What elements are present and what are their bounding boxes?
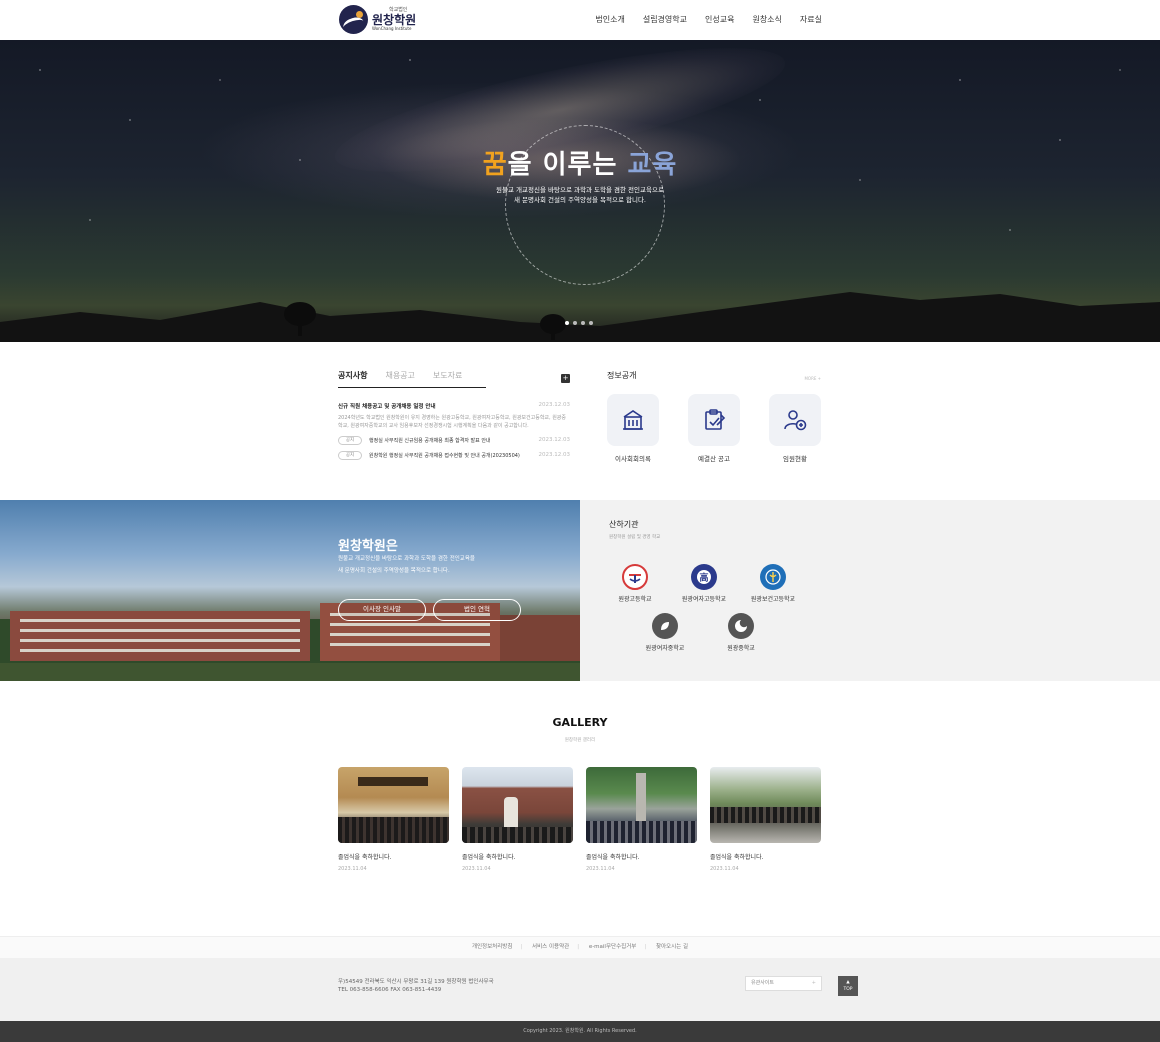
email-refusal-link[interactable]: e-mail무단수집거부 — [589, 944, 637, 950]
footer-links: 개인정보처리방침 | 서비스 이용약관 | e-mail무단수집거부 | 찾아오시는 … — [0, 936, 1160, 958]
info-title: 정보공개 — [607, 371, 637, 380]
site-header: 학교법인 원창학원 WonChang Institute 법인소개 설립경영학교… — [0, 0, 1160, 40]
info-disclosure: 정보공개 MORE + 이사회회의록 예결산 공고 임원현황 — [607, 370, 821, 463]
hero-banner: 꿈을 이루는 교육 원불교 개교정신을 바탕으로 과학과 도학을 겸한 전인교육… — [0, 40, 1160, 342]
gallery-item[interactable]: 졸업식을 축하합니다. 2023.11.04 — [462, 767, 573, 872]
notice-title[interactable]: 원창학원 행정실 사무직원 공개채용 접수현황 및 안내 공개(20230504… — [369, 452, 520, 459]
nav-item-character[interactable]: 인성교육 — [705, 14, 734, 25]
slider-dot[interactable] — [573, 321, 577, 325]
school-middle[interactable]: 원광중학교 — [706, 613, 776, 652]
logo-emblem-icon — [339, 5, 368, 34]
nav-item-news[interactable]: 원창소식 — [752, 14, 781, 25]
copyright: Copyright 2023. 원창학원. All Rights Reserve… — [0, 1021, 1160, 1042]
about-title: 원창학원은 — [338, 539, 398, 554]
info-more-link[interactable]: MORE + — [804, 376, 821, 381]
hero-description: 원불교 개교정신을 바탕으로 과학과 도학을 겸한 전인교육으로 새 문명사회 … — [496, 186, 664, 204]
mountain-silhouette — [0, 292, 1160, 342]
gallery-caption[interactable]: 졸업식을 축하합니다. — [710, 852, 821, 861]
school-emblem-icon: 高 — [691, 564, 717, 590]
gallery-item[interactable]: 졸업식을 축하합니다. 2023.11.04 — [710, 767, 821, 872]
gallery-caption[interactable]: 졸업식을 축하합니다. — [586, 852, 697, 861]
svg-text:高: 高 — [699, 572, 708, 584]
notice-featured[interactable]: 신규 직원 채용공고 및 공개채용 일정 안내 2023.12.03 2024학… — [338, 402, 570, 430]
clipboard-icon — [705, 409, 726, 430]
notice-tabs: 공지사항 채용공고 보도자료 — [338, 370, 486, 388]
list-item[interactable]: 공지 행정실 사무직원 신규임용 공개채용 최종 합격자 발표 안내 2023.… — [338, 436, 570, 445]
notice-featured-summary: 2024학년도 학교법인 원창학원이 유지 경영하는 원광고등학교, 원광여자고… — [338, 415, 567, 429]
school-health-high[interactable]: 원광보건고등학교 — [738, 564, 808, 603]
tab-recruit[interactable]: 채용공고 — [385, 370, 414, 381]
notice-featured-title[interactable]: 신규 직원 채용공고 및 공개채용 일정 안내 — [338, 402, 570, 410]
info-board-minutes[interactable]: 이사회회의록 — [607, 394, 659, 463]
history-button[interactable]: 법인 연혁 — [433, 599, 521, 621]
notice-title[interactable]: 행정실 사무직원 신규임용 공개채용 최종 합격자 발표 안내 — [369, 437, 491, 444]
scroll-top-button[interactable]: ▲ TOP — [838, 976, 858, 996]
gallery-subtitle: 원창학원 갤러리 — [564, 738, 596, 743]
logo-title: 원창학원 — [372, 13, 417, 27]
nav-item-archive[interactable]: 자료실 — [800, 14, 822, 25]
user-add-icon — [784, 410, 807, 431]
tab-notice[interactable]: 공지사항 — [338, 370, 367, 381]
gallery-item[interactable]: 졸업식을 축하합니다. 2023.11.04 — [586, 767, 697, 872]
hero-title: 꿈을 이루는 교육 — [482, 150, 678, 180]
gallery-photo[interactable] — [586, 767, 697, 843]
school-emblem-icon — [652, 613, 678, 639]
about-section: 원창학원은 원불교 개교정신을 바탕으로 과학과 도학을 겸한 전인교육을 새 … — [0, 500, 580, 681]
notice-more-button[interactable]: + — [561, 374, 570, 383]
family-site-select[interactable]: 유관사이트 — [745, 976, 822, 991]
slider-dot[interactable] — [589, 321, 593, 325]
nav-item-schools[interactable]: 설립경영학교 — [643, 14, 687, 25]
arrow-up-icon: ▲ — [846, 980, 850, 985]
slider-dot[interactable] — [581, 321, 585, 325]
gallery-title: GALLERY — [552, 716, 608, 729]
slider-pagination — [565, 321, 593, 325]
gallery-item[interactable]: 졸업식을 축하합니다. 2023.11.04 — [338, 767, 449, 872]
about-description: 원불교 개교정신을 바탕으로 과학과 도학을 겸한 전인교육을 새 문명사회 건… — [338, 556, 475, 574]
list-item[interactable]: 공지 원창학원 행정실 사무직원 공개채용 접수현황 및 안내 공개(20230… — [338, 451, 570, 460]
info-executives[interactable]: 임원현황 — [769, 394, 821, 463]
notice-date: 2023.12.03 — [538, 437, 571, 443]
gallery-date: 2023.11.04 — [710, 866, 739, 872]
gallery-caption[interactable]: 졸업식을 축하합니다. — [462, 852, 573, 861]
building-icon — [623, 410, 643, 430]
gallery-date: 2023.11.04 — [338, 866, 367, 872]
affil-subtitle: 원창학원 설립 및 경영 학교 — [609, 535, 661, 540]
chairman-greeting-button[interactable]: 이사장 인사말 — [338, 599, 426, 621]
gallery-photo[interactable] — [338, 767, 449, 843]
footer-address: 우)54549 전라북도 익산시 무왕로 31길 139 원창학원 법인사무국 … — [338, 979, 494, 993]
gallery-date: 2023.11.04 — [462, 866, 491, 872]
gallery-photo[interactable] — [462, 767, 573, 843]
footer-body: 우)54549 전라북도 익산시 무왕로 31길 139 원창학원 법인사무국 … — [0, 958, 1160, 1021]
gallery-caption[interactable]: 졸업식을 축하합니다. — [338, 852, 449, 861]
privacy-policy-link[interactable]: 개인정보처리방침 — [472, 944, 512, 950]
notice-board: 공지사항 채용공고 보도자료 + 신규 직원 채용공고 및 공개채용 일정 안내… — [338, 370, 570, 460]
school-girls-high[interactable]: 高 원광여자고등학교 — [669, 564, 739, 603]
info-budget-notice[interactable]: 예결산 공고 — [688, 394, 740, 463]
school-emblem-icon — [760, 564, 786, 590]
affiliated-schools: 산하기관 원창학원 설립 및 경영 학교 원광고등학교 高 원광여자고등학교 원… — [580, 500, 1160, 681]
logo-english: WonChang Institute — [372, 26, 412, 31]
notice-badge: 공지 — [338, 436, 362, 445]
affil-title: 산하기관 — [609, 520, 639, 529]
school-girls-middle[interactable]: 원광여자중학교 — [630, 613, 700, 652]
notice-featured-date: 2023.12.03 — [538, 402, 571, 408]
main-nav: 법인소개 설립경영학교 인성교육 원창소식 자료실 — [577, 14, 822, 25]
school-emblem-icon — [622, 564, 648, 590]
terms-link[interactable]: 서비스 이용약관 — [532, 944, 569, 950]
notice-badge: 공지 — [338, 451, 362, 460]
nav-item-about[interactable]: 법인소개 — [595, 14, 624, 25]
school-emblem-icon — [728, 613, 754, 639]
tab-press[interactable]: 보도자료 — [433, 370, 462, 381]
directions-link[interactable]: 찾아오시는 길 — [656, 944, 688, 950]
site-logo[interactable]: 학교법인 원창학원 WonChang Institute — [339, 5, 416, 34]
school-wongwang-high[interactable]: 원광고등학교 — [600, 564, 670, 603]
gallery-date: 2023.11.04 — [586, 866, 615, 872]
slider-dot[interactable] — [565, 321, 569, 325]
gallery-photo[interactable] — [710, 767, 821, 843]
notice-date: 2023.12.03 — [538, 452, 571, 458]
